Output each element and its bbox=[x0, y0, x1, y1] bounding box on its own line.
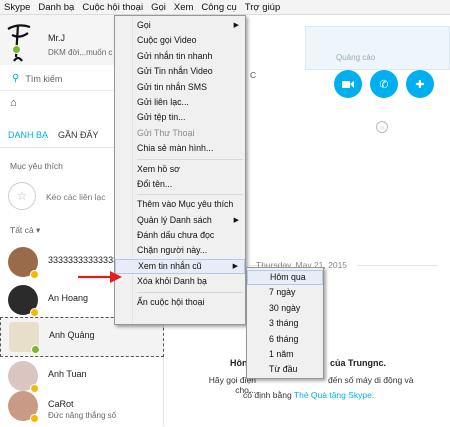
menu-view[interactable]: Xem bbox=[174, 2, 194, 13]
contact-name: An Hoang bbox=[48, 293, 89, 303]
menu-item-video-message[interactable]: Gửi Tin nhắn Video bbox=[115, 64, 245, 79]
call-button[interactable]: ✆ bbox=[370, 70, 398, 98]
menu-item-voicemail: Gửi Thư Thoại bbox=[137, 127, 195, 138]
status-away-icon bbox=[30, 308, 39, 317]
add-person-icon: ✚ bbox=[415, 78, 425, 91]
contact-name: CaRot bbox=[48, 399, 74, 409]
menu-bar: Skype Danh bạ Cuộc hội thoại Gọi Xem Côn… bbox=[0, 0, 450, 15]
menu-item-view-history[interactable]: Xem tin nhắn cũ ▶ bbox=[115, 258, 245, 275]
status-away-icon bbox=[30, 414, 39, 423]
hint-end: . bbox=[371, 390, 375, 400]
submenu-arrow-icon: ▶ bbox=[232, 262, 238, 270]
contact-context-menu: Gọi ▶ Cuộc gọi Video Gửi nhắn tin nhanh G… bbox=[114, 15, 246, 325]
menu-help[interactable]: Trợ giúp bbox=[245, 2, 280, 13]
menu-item-hide-conversation[interactable]: Ẩn cuộc hội thoại bbox=[115, 295, 245, 310]
menu-item-sms[interactable]: Gửi tin nhắn SMS bbox=[115, 80, 245, 95]
menu-item-instant-message[interactable]: Gửi nhắn tin nhanh bbox=[115, 49, 245, 64]
profile-status-icon bbox=[12, 45, 21, 54]
submenu-item-3-months[interactable]: 3 tháng bbox=[247, 316, 323, 331]
menu-item-view-profile[interactable]: Xem hồ sơ bbox=[115, 162, 245, 177]
ad-label: Quảng cáo bbox=[336, 53, 376, 62]
search-placeholder: Tìm kiếm bbox=[25, 73, 63, 84]
star-icon: ☆ bbox=[8, 182, 36, 210]
submenu-arrow-icon: ▶ bbox=[233, 216, 239, 224]
submenu-item-1-year[interactable]: 1 năm bbox=[247, 347, 323, 362]
favorites-drag-hint: Kéo các liên lạc bbox=[46, 192, 106, 202]
menu-contacts[interactable]: Danh bạ bbox=[38, 2, 74, 13]
welcome-right: của Trungnc. bbox=[330, 358, 387, 368]
all-contacts-dropdown[interactable]: Tất cả ▾ bbox=[10, 225, 40, 236]
hint-line2-text: cố định bằng bbox=[243, 390, 292, 400]
video-camera-icon bbox=[342, 80, 354, 88]
submenu-item-from-start[interactable]: Từ đầu bbox=[247, 362, 323, 377]
menu-separator bbox=[137, 158, 243, 160]
menu-separator bbox=[137, 291, 243, 293]
contact-mood: Đức năng thắng số bbox=[48, 411, 117, 420]
menu-skype[interactable]: Skype bbox=[4, 2, 30, 13]
menu-tools[interactable]: Công cụ bbox=[201, 2, 236, 13]
contact-name: Anh Tuan bbox=[48, 369, 87, 379]
menu-item-share-screen[interactable]: Chia sẻ màn hình... bbox=[115, 141, 245, 156]
tab-recent[interactable]: GẦN ĐÂY bbox=[58, 130, 99, 140]
submenu-item-6-months[interactable]: 6 tháng bbox=[247, 332, 323, 347]
menu-item-add-favorite[interactable]: Thêm vào Mục yêu thích bbox=[115, 197, 245, 212]
contact-name: Anh Quảng bbox=[49, 330, 95, 340]
menu-separator bbox=[137, 194, 243, 196]
menu-item-manage-lists[interactable]: Quản lý Danh sách ▶ bbox=[115, 213, 245, 228]
contact-row[interactable]: CaRot Đức năng thắng số bbox=[0, 387, 164, 427]
add-people-button[interactable]: ✚ bbox=[406, 70, 434, 98]
red-arrow-icon bbox=[78, 271, 122, 283]
menu-item-call[interactable]: Gọi ▶ bbox=[115, 18, 245, 33]
submenu-item-yesterday[interactable]: Hôm qua bbox=[247, 270, 323, 286]
menu-item-mark-unread[interactable]: Đánh dấu chưa đọc bbox=[115, 228, 245, 243]
submenu-arrow-icon: ▶ bbox=[233, 22, 239, 29]
search-icon: ⚲ bbox=[12, 73, 20, 84]
menu-item-send-file[interactable]: Gửi tệp tin... bbox=[115, 110, 245, 125]
status-online-icon bbox=[31, 345, 40, 354]
tab-contacts[interactable]: DANH BẠ bbox=[8, 130, 48, 140]
menu-item-remove-contact[interactable]: Xóa khỏi Danh bạ bbox=[115, 274, 245, 289]
favorites-heading: Mục yêu thích bbox=[10, 161, 63, 171]
menu-item-rename[interactable]: Đổi tên... bbox=[115, 177, 245, 192]
video-call-button[interactable] bbox=[334, 70, 362, 98]
hint-line1-right: đến số máy di động và bbox=[328, 375, 414, 385]
profile-name: Mr.J bbox=[48, 33, 65, 43]
welcome-left: Hôn bbox=[230, 358, 248, 368]
profile-mood: DKM đời...muốn c bbox=[48, 48, 113, 57]
globe-icon[interactable]: ○ bbox=[376, 121, 388, 133]
menu-item-send-contact[interactable]: Gửi liên lạc... bbox=[115, 95, 245, 110]
ad-banner[interactable]: Quảng cáo bbox=[305, 26, 450, 70]
gift-card-link[interactable]: Thẻ Quà tặng Skype bbox=[294, 390, 372, 400]
submenu-item-7-days[interactable]: 7 ngày bbox=[247, 285, 323, 300]
hint-line2: cố định bằng Thẻ Quà tặng Skype. bbox=[243, 390, 443, 400]
profile-avatar-logo-icon bbox=[7, 24, 31, 62]
menu-item-block[interactable]: Chặn người này... bbox=[115, 243, 245, 258]
home-icon[interactable]: ⌂ bbox=[10, 97, 17, 109]
status-away-icon bbox=[30, 270, 39, 279]
submenu-item-30-days[interactable]: 30 ngày bbox=[247, 301, 323, 316]
menu-call[interactable]: Gọi bbox=[151, 2, 166, 13]
menu-conversations[interactable]: Cuộc hội thoại bbox=[82, 2, 143, 13]
conversation-title-partial: C bbox=[250, 70, 257, 80]
phone-icon: ✆ bbox=[379, 78, 389, 91]
date-divider-right bbox=[358, 265, 438, 266]
menu-item-video-call[interactable]: Cuộc gọi Video bbox=[115, 33, 245, 48]
history-submenu: Hôm qua 7 ngày 30 ngày 3 tháng 6 tháng 1… bbox=[246, 267, 324, 379]
